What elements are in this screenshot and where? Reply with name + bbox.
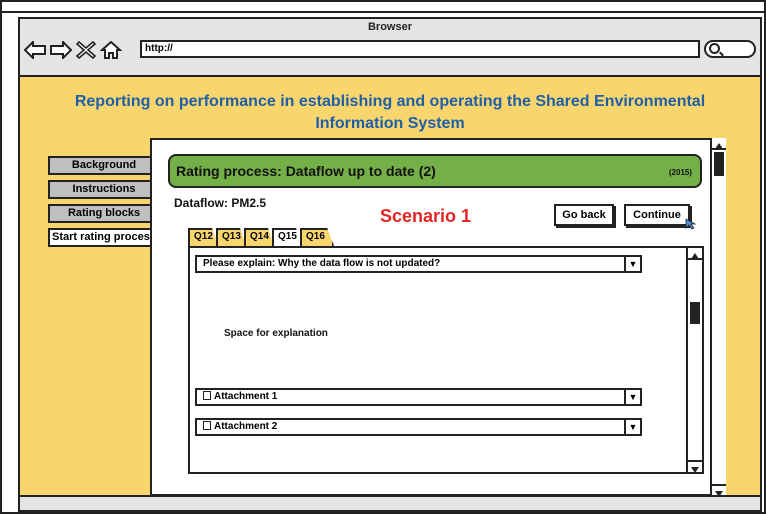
scroll-thumb[interactable] [690, 302, 700, 324]
rating-header: Rating process: Dataflow up to date (2) … [168, 154, 702, 188]
page-title: Reporting on performance in establishing… [74, 93, 706, 132]
browser-statusbar [20, 495, 760, 510]
explanation-placeholder[interactable]: Space for explanation [224, 328, 328, 339]
attachment-2-label: Attachment 2 [214, 421, 278, 432]
scroll-thumb[interactable] [714, 152, 724, 176]
sidebar-item-rating-blocks[interactable]: Rating blocks [48, 204, 160, 223]
search-icon [709, 43, 720, 54]
explain-dropdown[interactable]: Please explain: Why the data flow is not… [195, 255, 642, 273]
tab-q12[interactable]: Q12 [188, 228, 218, 246]
cursor-icon [685, 218, 697, 230]
home-icon[interactable] [100, 41, 122, 59]
dropdown-arrow-icon[interactable]: ▼ [624, 420, 640, 434]
sidebar-nav: Background Instructions Rating blocks St… [48, 156, 160, 252]
browser-search[interactable] [704, 40, 756, 58]
browser-title: Browser [367, 21, 413, 33]
top-strip [2, 2, 764, 13]
inner-scrollbar[interactable] [686, 248, 702, 473]
rating-year: (2015) [668, 168, 692, 177]
close-x-icon[interactable] [76, 41, 96, 59]
explain-label: Please explain: Why the data flow is not… [203, 258, 441, 269]
scroll-up-icon[interactable] [688, 248, 702, 260]
attachment-icon [203, 421, 211, 430]
url-input[interactable]: http:// [140, 40, 700, 58]
attachment-1-dropdown[interactable]: Attachment 1 ▼ [195, 388, 642, 406]
nav-icons [24, 39, 122, 61]
rating-panel: Rating process: Dataflow up to date (2) … [150, 138, 726, 497]
dropdown-arrow-icon[interactable]: ▼ [624, 257, 640, 271]
sidebar-item-start-rating[interactable]: Start rating process [48, 228, 160, 247]
tab-q16[interactable]: Q16 [300, 228, 334, 246]
go-back-button[interactable]: Go back [554, 204, 614, 226]
scroll-down-icon[interactable] [688, 460, 702, 473]
attachment-icon [203, 391, 211, 400]
browser-titlebar: Browser http:// [20, 19, 760, 77]
scenario-label: Scenario 1 [380, 206, 472, 226]
attachment-1-label: Attachment 1 [214, 391, 278, 402]
continue-button[interactable]: Continue [624, 204, 690, 226]
forward-arrow-icon[interactable] [50, 41, 72, 59]
back-arrow-icon[interactable] [24, 41, 46, 59]
rating-header-title: Rating process: Dataflow up to date (2) [176, 163, 436, 179]
tab-q14[interactable]: Q14 [244, 228, 274, 246]
panel-scrollbar[interactable] [710, 138, 726, 497]
dropdown-arrow-icon[interactable]: ▼ [624, 390, 640, 404]
dataflow-label: Dataflow: PM2.5 [174, 196, 267, 210]
scroll-up-icon[interactable] [712, 138, 726, 150]
tab-q13[interactable]: Q13 [216, 228, 246, 246]
attachment-2-dropdown[interactable]: Attachment 2 ▼ [195, 418, 642, 436]
question-content: Please explain: Why the data flow is not… [188, 246, 704, 474]
sidebar-item-instructions[interactable]: Instructions [48, 180, 160, 199]
browser-window: Browser http:// Reporting on performance… [18, 17, 762, 512]
sidebar-item-background[interactable]: Background [48, 156, 160, 175]
tab-q15[interactable]: Q15 [272, 228, 302, 246]
